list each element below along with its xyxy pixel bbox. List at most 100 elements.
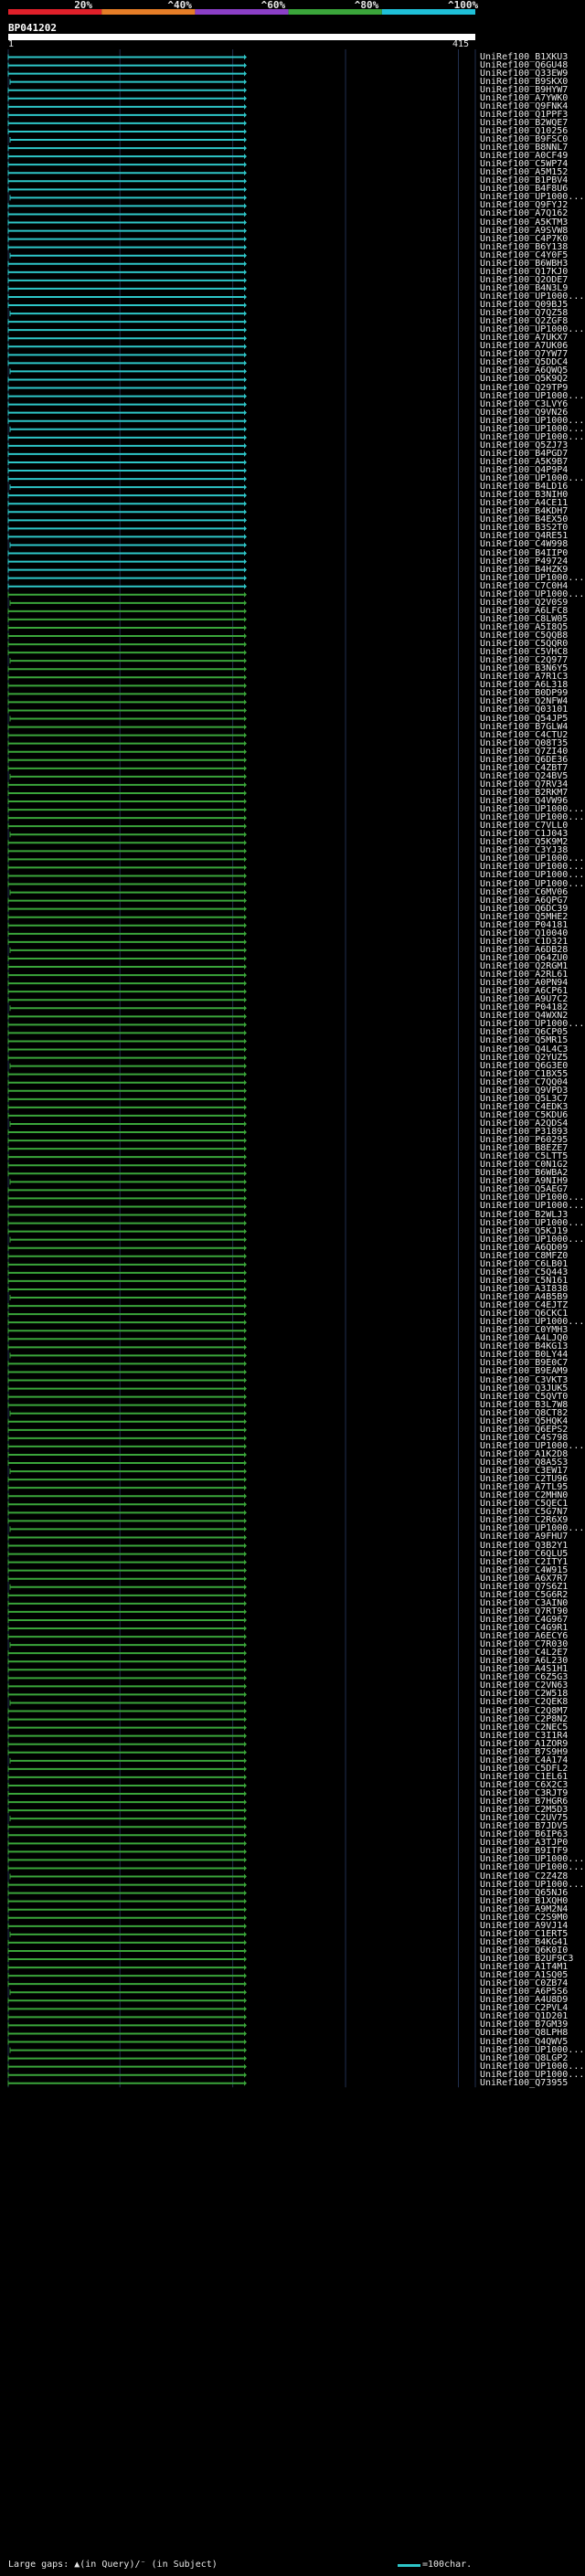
hit-end-marker [243, 1559, 247, 1565]
hit-end-marker [243, 1212, 247, 1218]
hit-end-marker [243, 1882, 247, 1888]
hit-end-marker [243, 269, 247, 275]
hit-end-marker [243, 1203, 247, 1210]
hit-end-marker [243, 203, 247, 209]
hit-end-marker [243, 1840, 247, 1847]
hit-end-marker [243, 1575, 247, 1582]
hit-end-marker [243, 1816, 247, 1822]
hit-end-marker [243, 599, 247, 606]
hit-end-marker [243, 409, 247, 416]
hit-end-marker [243, 666, 247, 673]
hit-end-marker [243, 1956, 247, 1963]
hit-end-marker [243, 864, 247, 871]
hit-end-marker [243, 889, 247, 896]
hit-end-marker [243, 352, 247, 358]
hit-end-marker [243, 1634, 247, 1640]
hit-end-marker [243, 1749, 247, 1755]
hit-end-marker [243, 1989, 247, 1996]
hit-end-marker [243, 981, 247, 987]
hit-end-marker [243, 1146, 247, 1152]
hit-end-marker [243, 1253, 247, 1259]
hit-end-marker [243, 1096, 247, 1102]
hit-end-marker [243, 1757, 247, 1764]
hit-end-marker [243, 2055, 247, 2062]
hit-end-marker [243, 1022, 247, 1028]
hit-end-marker [243, 930, 247, 937]
scale-label: ^80% [354, 0, 379, 11]
hit-end-marker [243, 1526, 247, 1532]
hit-end-marker [243, 1179, 247, 1185]
hit-end-marker [243, 1013, 247, 1020]
hit-end-marker [243, 1394, 247, 1400]
hit-end-marker [243, 567, 247, 573]
hit-end-marker [243, 1849, 247, 1855]
hit-end-marker [243, 1369, 247, 1375]
hit-end-marker [243, 1385, 247, 1392]
hit-end-marker [243, 484, 247, 491]
hit-end-marker [243, 1981, 247, 1988]
hit-end-marker [243, 1443, 247, 1449]
blast-graphic-overview: BP041202 1 415 UniRef100_B1XKU3 UniRef100… [0, 0, 585, 2576]
hit-end-marker [243, 1303, 247, 1309]
hit-end-marker [243, 914, 247, 920]
hit-end-marker [243, 1626, 247, 1632]
hit-end-marker [243, 1782, 247, 1788]
hit-end-marker [243, 442, 247, 449]
hit-end-marker [243, 1402, 247, 1408]
hit-end-marker [243, 823, 247, 830]
hit-end-marker [243, 1435, 247, 1441]
hit-end-marker [243, 781, 247, 788]
hit-end-marker [243, 832, 247, 838]
hit-end-marker [243, 517, 247, 524]
scale-legend-swatch [398, 2564, 420, 2567]
hit-end-marker [243, 1195, 247, 1202]
hit-end-marker [243, 186, 247, 193]
hit-end-marker [243, 1187, 247, 1193]
hit-end-marker [243, 468, 247, 474]
hit-end-marker [243, 1087, 247, 1094]
query-bar [8, 34, 475, 40]
hit-end-marker [243, 1683, 247, 1690]
hit-end-marker [243, 740, 247, 747]
hit-end-marker [243, 691, 247, 697]
hit-end-marker [243, 2006, 247, 2012]
hit-end-marker [243, 285, 247, 292]
hit-end-marker [243, 1418, 247, 1425]
hit-end-marker [243, 178, 247, 185]
hit-end-marker [243, 228, 247, 234]
hit-end-marker [243, 311, 247, 317]
hit-end-marker [243, 856, 247, 863]
hit-end-marker [243, 938, 247, 945]
hit-end-marker [243, 897, 247, 904]
hit-end-marker [243, 1642, 247, 1648]
hit-end-marker [243, 128, 247, 134]
hit-end-marker [243, 641, 247, 648]
scale-legend-text: =100char. [422, 2560, 473, 2570]
hit-end-marker [243, 1245, 247, 1251]
scale-label: ^100% [448, 0, 479, 11]
hit-end-marker [243, 493, 247, 499]
hit-end-marker [243, 955, 247, 961]
hit-end-marker [243, 70, 247, 77]
query-id: BP041202 [8, 22, 57, 34]
hit-end-marker [243, 1410, 247, 1416]
hit-end-marker [243, 1998, 247, 2004]
hit-end-marker [243, 1277, 247, 1284]
hit-end-marker [243, 170, 247, 176]
hit-end-marker [243, 154, 247, 160]
hit-end-marker [243, 293, 247, 300]
hit-end-marker [243, 922, 247, 928]
hit-end-marker [243, 236, 247, 242]
hit-end-marker [243, 1691, 247, 1698]
hit-end-marker [243, 1171, 247, 1177]
hit-end-marker [243, 2080, 247, 2086]
hit-end-marker [243, 616, 247, 622]
hit-end-marker [243, 716, 247, 722]
hit-end-marker [243, 1608, 247, 1615]
hit-label[interactable]: UniRef100_Q73955 [480, 2078, 568, 2088]
hit-end-marker [243, 1220, 247, 1226]
hit-end-marker [243, 1700, 247, 1706]
hit-end-marker [243, 1336, 247, 1342]
hit-end-marker [243, 1824, 247, 1830]
hit-end-marker [243, 748, 247, 755]
